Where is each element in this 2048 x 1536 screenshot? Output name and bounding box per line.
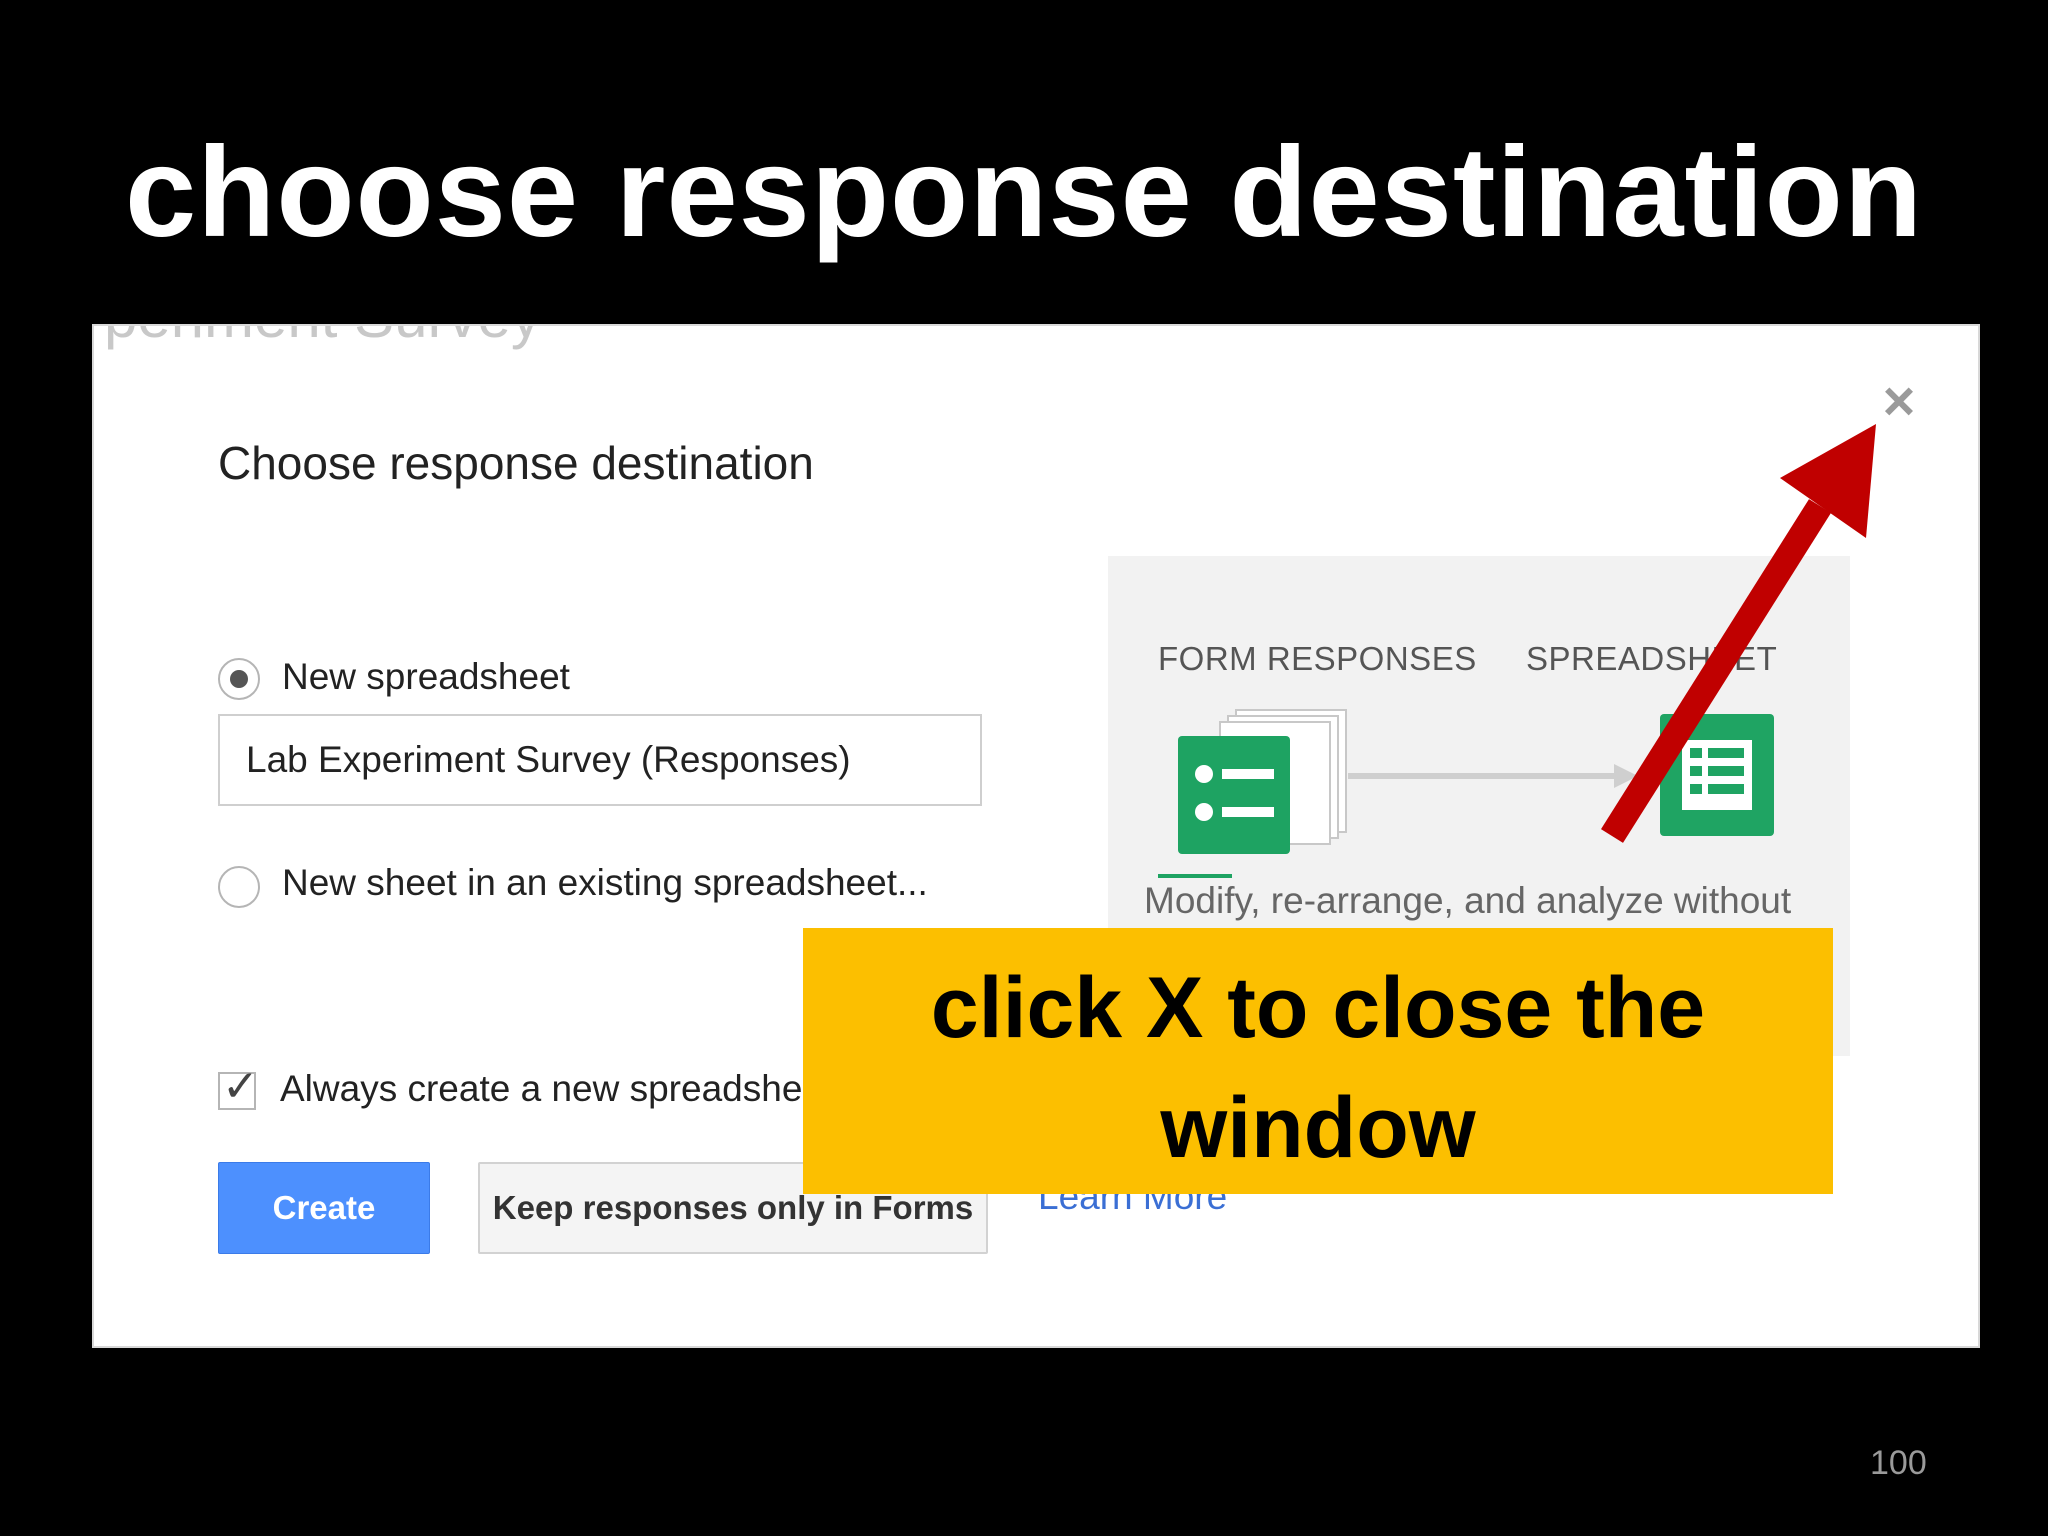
- always-create-checkbox[interactable]: ✓: [218, 1062, 259, 1111]
- instruction-callout: click X to close the window: [803, 928, 1833, 1194]
- dialog-screenshot: periment Survey × Choose response destin…: [92, 324, 1980, 1348]
- dialog-title: Choose response destination: [218, 437, 814, 489]
- check-icon: ✓: [222, 1062, 259, 1111]
- form-responses-label: FORM RESPONSES: [1158, 640, 1477, 677]
- spreadsheet-name-input[interactable]: Lab Experiment Survey (Responses): [218, 714, 982, 806]
- flow-connector: [1348, 764, 1638, 788]
- create-button[interactable]: Create: [218, 1162, 430, 1254]
- label-always-create: Always create a new spreadsheet: [280, 1068, 834, 1109]
- panel-description: Modify, re-arrange, and analyze without: [1144, 880, 1792, 921]
- progress-indicator: [1158, 874, 1232, 878]
- page-number: 100: [1870, 1444, 1927, 1482]
- callout-line-2: window: [1160, 1080, 1476, 1176]
- label-existing-spreadsheet: New sheet in an existing spreadsheet...: [282, 862, 928, 903]
- spreadsheet-label: SPREADSHEET: [1526, 640, 1778, 677]
- forms-icon: [1178, 709, 1347, 854]
- sheets-icon: [1660, 714, 1774, 836]
- callout-line-1: click X to close the: [930, 960, 1706, 1056]
- radio-new-spreadsheet[interactable]: [218, 658, 260, 700]
- radio-existing-spreadsheet[interactable]: [218, 866, 260, 908]
- label-new-spreadsheet: New spreadsheet: [282, 656, 570, 697]
- slide-title: choose response destination: [124, 121, 1924, 264]
- background-form-title: periment Survey: [104, 326, 541, 351]
- close-icon[interactable]: ×: [1874, 373, 1924, 429]
